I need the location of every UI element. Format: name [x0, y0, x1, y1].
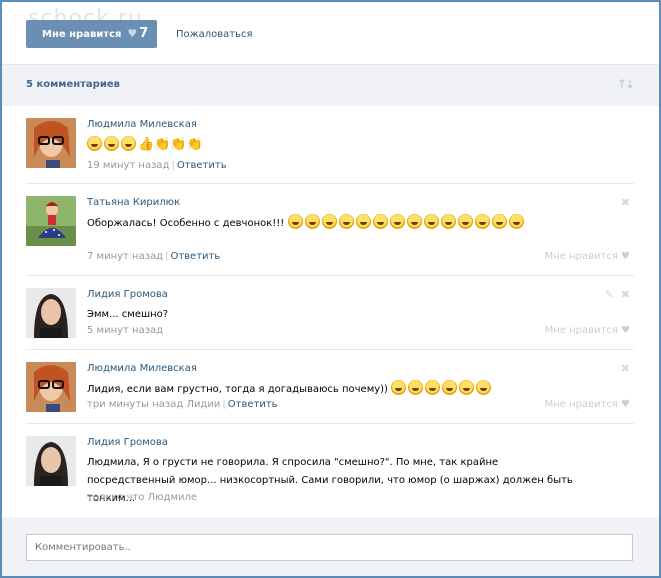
comment-item: Лидия Громова Людмила, Я о грусти не гов… [26, 424, 634, 516]
laughing-emoji-icon [459, 380, 475, 395]
comment-author[interactable]: Лидия Громова [87, 289, 168, 300]
reply-link[interactable]: Ответить [170, 251, 220, 262]
avatar[interactable] [26, 118, 76, 168]
comment-like-label: Мне нравится [544, 399, 618, 410]
comment-author[interactable]: Людмила Милевская [87, 119, 197, 130]
edit-icon[interactable]: ✎ [605, 288, 614, 301]
laughing-emoji-icon [491, 214, 507, 229]
reply-link[interactable]: Ответить [177, 160, 227, 171]
comment-author[interactable]: Татьяна Кирилюк [87, 197, 180, 208]
comment-like-button[interactable]: Мне нравится ♥ [545, 325, 630, 336]
comments-header: 5 комментариев ↑↓ [2, 64, 659, 106]
avatar[interactable] [26, 288, 76, 338]
heart-icon: ♥ [127, 27, 138, 40]
comment-input[interactable] [26, 534, 633, 561]
comment-meta: только что Людмиле [87, 492, 197, 503]
comment-time[interactable]: три минуты назад Лидии [87, 399, 220, 410]
laughing-emoji-icon [442, 380, 458, 395]
comment-time[interactable]: только что Людмиле [87, 492, 197, 503]
close-icon[interactable]: ✖ [621, 288, 630, 301]
laughing-emoji-icon [321, 214, 337, 229]
laughing-emoji-icon [287, 214, 303, 229]
laughing-emoji-icon [121, 136, 136, 151]
comment-item: Людмила Милевская 👍👏👏👏 19 минут назад | От… [26, 106, 634, 184]
reply-link[interactable]: Ответить [228, 399, 278, 410]
close-icon[interactable]: ✖ [621, 196, 630, 209]
top-bar: Мне нравится ♥ 7 Пожаловаться [2, 2, 659, 64]
comment-text: Лидия, если вам грустно, тогда я догадыв… [87, 380, 567, 399]
laughing-emoji-icon [476, 380, 492, 395]
laughing-emoji-icon [406, 214, 422, 229]
clapping-icon: 👏 [154, 137, 171, 152]
comment-meta: 5 минут назад [87, 325, 163, 336]
comment-time[interactable]: 5 минут назад [87, 325, 163, 336]
laughing-emoji-icon [304, 214, 320, 229]
comment-meta: три минуты назад Лидии | Ответить [87, 399, 278, 410]
laughing-emoji-icon [440, 214, 456, 229]
comment-like-button[interactable]: Мне нравится ♥ [545, 399, 630, 410]
comment-author[interactable]: Людмила Милевская [87, 363, 197, 374]
close-icon[interactable]: ✖ [621, 362, 630, 375]
laughing-emoji-icon [457, 214, 473, 229]
laughing-emoji-icon [372, 214, 388, 229]
laughing-emoji-icon [425, 380, 441, 395]
laughing-emoji-icon [87, 136, 102, 151]
laughing-emoji-icon [423, 214, 439, 229]
clapping-icon: 👏 [186, 137, 203, 152]
laughing-emoji-icon [408, 380, 424, 395]
thumbs-up-icon: 👍 [138, 137, 155, 152]
heart-icon: ♥ [621, 325, 630, 336]
laughing-emoji-icon [338, 214, 354, 229]
comment-body: Оборжалась! Особенно с девчонок!!! [87, 218, 285, 229]
comment-text: 👍👏👏👏 [87, 136, 567, 155]
avatar[interactable] [26, 362, 76, 412]
like-button-label: Мне нравится [42, 29, 122, 40]
laughing-emoji-icon [474, 214, 490, 229]
clapping-icon: 👏 [170, 137, 187, 152]
laughing-emoji-icon [389, 214, 405, 229]
comments-window: schock.ru Мне нравится ♥ 7 Пожаловаться 5 … [0, 0, 661, 578]
comment-like-label: Мне нравится [544, 325, 618, 336]
comment-body: Эмм... смешно? [87, 309, 169, 320]
heart-icon: ♥ [621, 251, 630, 262]
sort-icon[interactable]: ↑↓ [617, 77, 635, 91]
comment-like-label: Мне нравится [544, 251, 618, 262]
comment-time[interactable]: 7 минут назад [87, 251, 163, 262]
laughing-emoji-icon [508, 214, 524, 229]
comment-form [2, 517, 659, 576]
comment-item: Лидия Громова ✎ ✖ Эмм... смешно? 5 минут… [26, 276, 634, 350]
comment-like-button[interactable]: Мне нравится ♥ [545, 251, 630, 262]
avatar[interactable] [26, 436, 76, 486]
comment-item: Людмила Милевская ✖ Лидия, если вам грус… [26, 350, 634, 424]
comments-count: 5 комментариев [26, 79, 120, 90]
comment-text: Эмм... смешно? [87, 306, 567, 324]
report-link[interactable]: Пожаловаться [176, 29, 253, 40]
comment-meta: 7 минут назад | Ответить [87, 251, 221, 262]
heart-icon: ♥ [621, 399, 630, 410]
comment-time[interactable]: 19 минут назад [87, 160, 169, 171]
like-button[interactable]: Мне нравится ♥ 7 [26, 20, 157, 48]
comment-text: Оборжалась! Особенно с девчонок!!! [87, 214, 567, 233]
like-count: 7 [139, 26, 149, 41]
comment-meta: 19 минут назад | Ответить [87, 160, 227, 171]
laughing-emoji-icon [104, 136, 119, 151]
laughing-emoji-icon [391, 380, 407, 395]
avatar[interactable] [26, 196, 76, 246]
comment-author[interactable]: Лидия Громова [87, 437, 168, 448]
comment-body: Лидия, если вам грустно, тогда я догадыв… [87, 384, 388, 395]
laughing-emoji-icon [355, 214, 371, 229]
comment-item: Татьяна Кирилюк ✖ Оборжалась! Особенно с… [26, 184, 634, 276]
